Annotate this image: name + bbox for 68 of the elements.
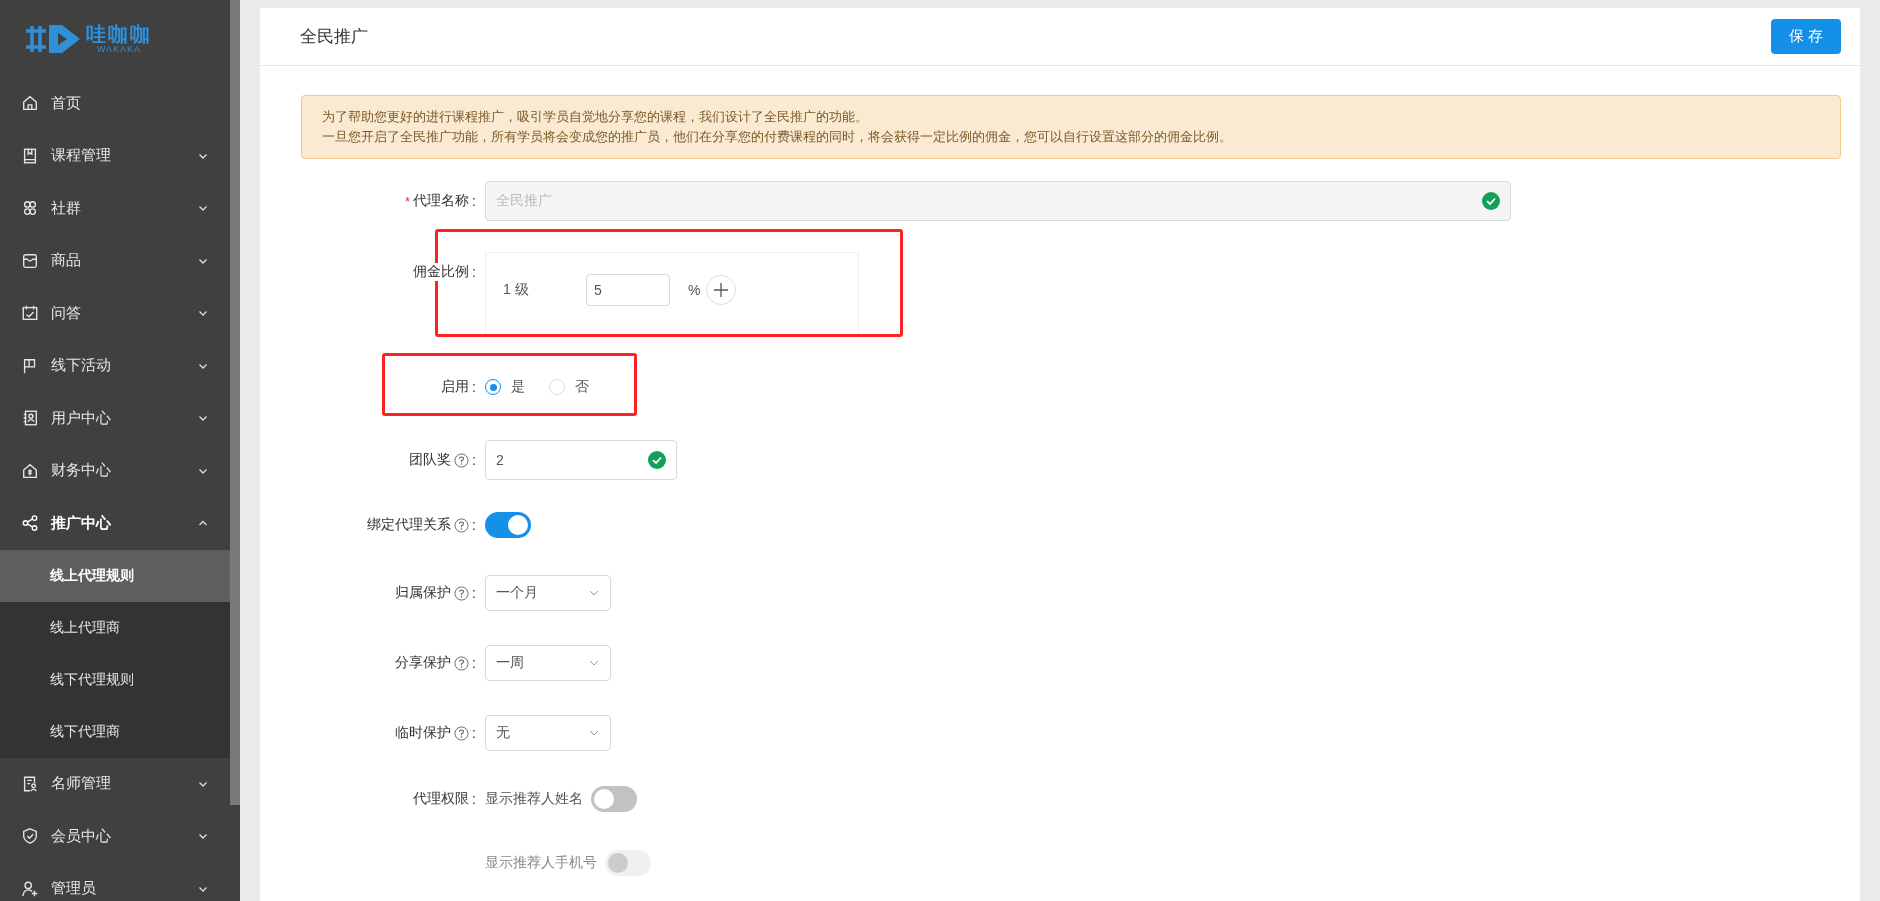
share-icon [21, 514, 39, 533]
help-icon[interactable] [454, 517, 470, 533]
field-label: 团队奖 [409, 451, 452, 469]
user-add-icon [21, 879, 39, 898]
sidebar-item[interactable]: 名师管理 [0, 757, 230, 810]
chevron-icon [589, 730, 599, 736]
scrollbar[interactable] [230, 0, 240, 805]
sidebar-item[interactable]: 会员中心 [0, 810, 230, 863]
sidebar-item[interactable]: 社群 [0, 182, 230, 235]
commission-input[interactable]: 5 [586, 274, 670, 306]
chevron-icon [589, 590, 599, 596]
submenu-item[interactable]: 线下代理商 [0, 705, 230, 758]
plus-icon [713, 282, 730, 298]
toggle-switch[interactable] [591, 786, 637, 812]
select-dropdown[interactable]: 一个月 [485, 575, 611, 611]
field-label: 代理名称 [413, 192, 470, 210]
sidebar-item[interactable]: 用户中心 [0, 392, 230, 445]
select-dropdown[interactable]: 一周 [485, 645, 611, 681]
level-label: 1 级 [503, 281, 530, 299]
sidebar-item[interactable]: 推广中心 [0, 497, 230, 550]
book-icon [21, 146, 39, 165]
radio-option[interactable]: 否 [549, 378, 589, 396]
page-title: 全民推广 [300, 26, 368, 48]
check-icon [1482, 192, 1500, 210]
field-label: 启用 [441, 378, 470, 396]
sidebar-item[interactable]: 商品 [0, 234, 230, 287]
field-label: 归属保护 [395, 584, 452, 602]
field-label: 代理权限 [413, 790, 470, 808]
option-label: 显示推荐人姓名 [485, 790, 583, 808]
sidebar-item[interactable]: 课程管理 [0, 129, 230, 182]
submenu-item[interactable]: 线下代理规则 [0, 653, 230, 706]
add-button[interactable] [706, 275, 737, 305]
sidebar-item[interactable]: 财务中心 [0, 444, 230, 497]
help-icon[interactable] [454, 655, 470, 671]
submenu-item[interactable]: 线上代理规则 [0, 549, 230, 602]
home-icon [21, 94, 39, 113]
house-money-icon [21, 461, 39, 480]
unit-label: % [688, 282, 701, 298]
calendar-icon [21, 304, 39, 323]
radio-option[interactable]: 是 [485, 378, 525, 396]
shield-check-icon [21, 827, 39, 846]
help-icon[interactable] [454, 585, 470, 601]
submenu-item[interactable]: 线上代理商 [0, 601, 230, 654]
logo-subtext: WAKAKA [96, 44, 142, 54]
check-icon [648, 451, 666, 469]
text-field[interactable]: 2 [485, 440, 677, 480]
option-label: 显示推荐人手机号 [485, 854, 597, 872]
document-user-icon [21, 774, 39, 793]
sidebar-item[interactable]: 问答 [0, 287, 230, 340]
select-dropdown[interactable]: 无 [485, 715, 611, 751]
sidebar-item[interactable]: 线下活动 [0, 339, 230, 392]
contact-card-icon [21, 409, 39, 428]
chevron-icon [589, 660, 599, 666]
sidebar-item[interactable]: 管理员 [0, 862, 230, 901]
field-label: 分享保护 [395, 654, 452, 672]
tray-icon [21, 251, 39, 270]
toggle-switch[interactable] [485, 512, 531, 538]
field-label: 佣金比例 [413, 263, 470, 281]
sidebar-item[interactable]: 首页 [0, 77, 230, 130]
circles-icon [21, 199, 39, 218]
field-label: 临时保护 [395, 724, 452, 742]
help-icon[interactable] [454, 452, 470, 468]
logo-text: 哇咖咖 [86, 23, 152, 44]
help-icon[interactable] [454, 725, 470, 741]
required-mark: * [405, 193, 411, 209]
field-label: 绑定代理关系 [367, 516, 452, 534]
notice-text: 一旦您开启了全民推广功能，所有学员将会变成您的推广员，他们在分享您的付费课程的同时，将会获得一定比例的佣金，您可以自行设置这部分的佣金比例。 [322, 128, 1233, 146]
notice-text: 为了帮助您更好的进行课程推广，吸引学员自觉地分享您的课程，我们设计了全民推广的功能。 [322, 108, 869, 126]
